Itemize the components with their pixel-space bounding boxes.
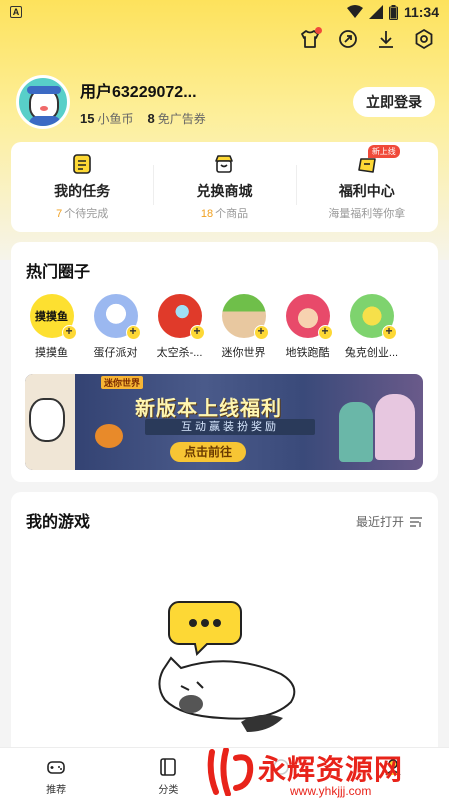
empty-cat-illustration <box>158 601 296 732</box>
circle-logo: + <box>349 294 397 340</box>
join-plus-icon[interactable]: + <box>317 325 333 340</box>
settings-icon[interactable] <box>413 28 435 50</box>
avatar[interactable] <box>16 75 70 129</box>
banner-subline: 互动赢装扮奖励 <box>145 419 315 435</box>
my-tasks-entry[interactable]: 我的任务 7 个待完成 <box>11 153 153 221</box>
circle-item[interactable]: + 蛋仔派对 <box>89 294 142 360</box>
hot-circles-title: 热门圈子 <box>26 264 91 281</box>
signal-icon <box>368 5 383 19</box>
banner-headline: 新版本上线福利 <box>135 398 282 420</box>
circle-item[interactable]: + 兔克创业... <box>345 294 398 360</box>
circle-item[interactable]: 摸摸鱼 + 摸摸鱼 <box>25 294 78 360</box>
battery-icon <box>388 4 398 20</box>
nav-recommend[interactable]: 推荐 <box>0 748 112 800</box>
recent-sort-button[interactable]: 最近打开 <box>356 513 422 530</box>
my-games-card: 我的游戏 最近打开 <box>11 492 438 762</box>
watermark-url: www.yhkjjj.com <box>290 784 372 798</box>
top-toolbar <box>299 27 435 50</box>
quick-entry-card: 我的任务 7 个待完成 兑换商城 18 个商品 新上线 福利中心 海量福利等你拿 <box>11 142 438 232</box>
promo-banner[interactable]: 迷你世界 新版本上线福利 互动赢装扮奖励 点击前往 <box>25 374 423 470</box>
cat-mascot-image <box>25 374 75 470</box>
coins-stat: 15 小鱼币 <box>80 110 134 126</box>
circle-item[interactable]: + 迷你世界 <box>217 294 270 360</box>
pumpkin-image <box>95 424 123 448</box>
watermark: 永辉资源网 www.yhkjjj.com <box>200 740 449 800</box>
category-icon <box>160 758 177 776</box>
hot-circles-card: 热门圈子 摸摸鱼 + 摸摸鱼 + 蛋仔派对 + 太空杀-... + 迷你世界 + … <box>11 242 438 482</box>
join-plus-icon[interactable]: + <box>381 325 397 340</box>
status-bar: A 11:34 <box>0 0 449 24</box>
circle-item[interactable]: + 太空杀-... <box>153 294 206 360</box>
character-image <box>375 394 415 460</box>
banner-go-button[interactable]: 点击前往 <box>170 442 246 462</box>
new-badge: 新上线 <box>367 145 400 158</box>
gamepad-icon <box>47 761 65 774</box>
circle-item[interactable]: + 地铁跑酷 <box>281 294 334 360</box>
welfare-center-entry[interactable]: 新上线 福利中心 海量福利等你拿 <box>295 145 438 221</box>
login-button[interactable]: 立即登录 <box>353 87 435 117</box>
refresh-icon[interactable] <box>337 28 359 50</box>
circle-logo: + <box>285 294 333 340</box>
watermark-text: 永辉资源网 <box>258 754 404 785</box>
character-image <box>339 402 373 462</box>
circle-logo: + <box>221 294 269 340</box>
task-icon <box>71 153 93 175</box>
gift-icon: 新上线 <box>356 145 400 175</box>
join-plus-icon[interactable]: + <box>125 325 141 340</box>
exchange-shop-entry[interactable]: 兑换商城 18 个商品 <box>153 153 295 221</box>
sort-icon <box>410 516 422 527</box>
shop-icon <box>213 153 235 175</box>
join-plus-icon[interactable]: + <box>61 325 77 340</box>
join-plus-icon[interactable]: + <box>189 325 205 340</box>
username: 用户63229072... <box>80 83 197 101</box>
my-games-title: 我的游戏 <box>26 514 91 531</box>
download-icon[interactable] <box>375 28 397 50</box>
circle-logo: + <box>157 294 205 340</box>
circle-logo: + <box>93 294 141 340</box>
profile-section: 用户63229072... 15 小鱼币 8 免广告券 立即登录 <box>16 74 435 130</box>
banner-game-tag: 迷你世界 <box>101 376 144 389</box>
watermark-logo-icon <box>207 748 254 796</box>
clock: 11:34 <box>403 4 439 20</box>
coupons-stat: 8 免广告券 <box>147 110 206 126</box>
circle-logo: 摸摸鱼 + <box>29 294 77 340</box>
shirt-icon[interactable] <box>299 27 322 50</box>
notification-dot <box>315 27 322 34</box>
wifi-icon <box>346 5 363 18</box>
join-plus-icon[interactable]: + <box>253 325 269 340</box>
app-notification-icon: A <box>10 6 22 18</box>
